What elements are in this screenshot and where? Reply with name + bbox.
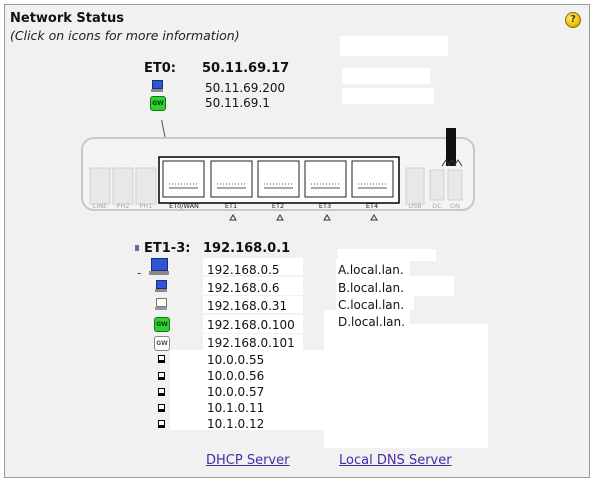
client-ip[interactable]: 192.168.0.31 <box>207 299 287 313</box>
client-ip[interactable]: 192.168.0.6 <box>207 281 280 295</box>
phone-icon[interactable] <box>158 388 165 396</box>
gateway-icon[interactable]: GW <box>154 336 170 351</box>
computer-icon[interactable] <box>155 280 167 292</box>
collapse-toggle[interactable]: - <box>137 266 141 280</box>
redacted-box <box>342 88 434 104</box>
computer-icon[interactable] <box>155 298 167 310</box>
client-hostname: B.local.lan. <box>338 281 404 295</box>
lan-ip-address: 192.168.0.1 <box>203 241 291 256</box>
client-ip[interactable]: 10.1.0.12 <box>207 417 264 431</box>
redacted-box <box>342 68 430 84</box>
port-label-usb: USB <box>408 202 421 210</box>
port-label-et2: ET2 <box>272 202 284 210</box>
client-ip[interactable]: 10.0.0.57 <box>207 385 264 399</box>
port-label-on: ON <box>450 202 460 210</box>
router-diagram: LINE PH2 PH1 ET0/WAN ET1 ET2 ET3 ET4 USB… <box>81 120 475 221</box>
computer-icon[interactable] <box>149 258 169 276</box>
computer-icon[interactable] <box>151 80 163 92</box>
port-label-ph2: PH2 <box>117 202 130 210</box>
collapse-marker[interactable] <box>135 245 139 251</box>
port-label-et4: ET4 <box>366 202 378 210</box>
client-hostname: C.local.lan. <box>338 298 405 312</box>
page-title: Network Status <box>10 11 124 26</box>
client-ip[interactable]: 192.168.0.101 <box>207 336 295 350</box>
client-ip[interactable]: 192.168.0.5 <box>207 263 280 277</box>
et0-label: ET0: <box>144 61 176 76</box>
page-subtitle: (Click on icons for more information) <box>10 28 240 43</box>
port-label-line: LINE <box>93 202 108 210</box>
gateway-icon[interactable]: GW <box>150 96 166 111</box>
phone-icon[interactable] <box>158 404 165 412</box>
wan-host-ip: 50.11.69.200 <box>205 81 286 95</box>
client-ip[interactable]: 10.0.0.56 <box>207 369 264 383</box>
port-label-et3: ET3 <box>319 202 331 210</box>
dhcp-server-link[interactable]: DHCP Server <box>206 453 289 468</box>
phone-icon[interactable] <box>158 420 165 428</box>
port-label-ph1: PH1 <box>140 202 153 210</box>
client-ip[interactable]: 10.0.0.55 <box>207 353 264 367</box>
redacted-box <box>324 348 488 448</box>
lan-label: ET1-3: <box>144 241 191 256</box>
help-icon[interactable]: ? <box>565 12 581 28</box>
et0-ip-address: 50.11.69.17 <box>202 61 290 76</box>
client-hostname: A.local.lan. <box>338 263 404 277</box>
client-ip[interactable]: 192.168.0.100 <box>207 318 295 332</box>
phone-icon[interactable] <box>158 355 165 363</box>
client-ip[interactable]: 10.1.0.11 <box>207 401 264 415</box>
phone-icon[interactable] <box>158 372 165 380</box>
wan-gateway-ip: 50.11.69.1 <box>205 96 270 110</box>
local-dns-server-link[interactable]: Local DNS Server <box>339 453 452 468</box>
port-label-dc: DC <box>432 202 442 210</box>
redacted-box <box>340 36 448 56</box>
client-hostname: D.local.lan. <box>338 315 405 329</box>
port-label-et0: ET0/WAN <box>169 202 199 210</box>
port-label-et1: ET1 <box>225 202 237 210</box>
gateway-icon[interactable]: GW <box>154 317 170 332</box>
